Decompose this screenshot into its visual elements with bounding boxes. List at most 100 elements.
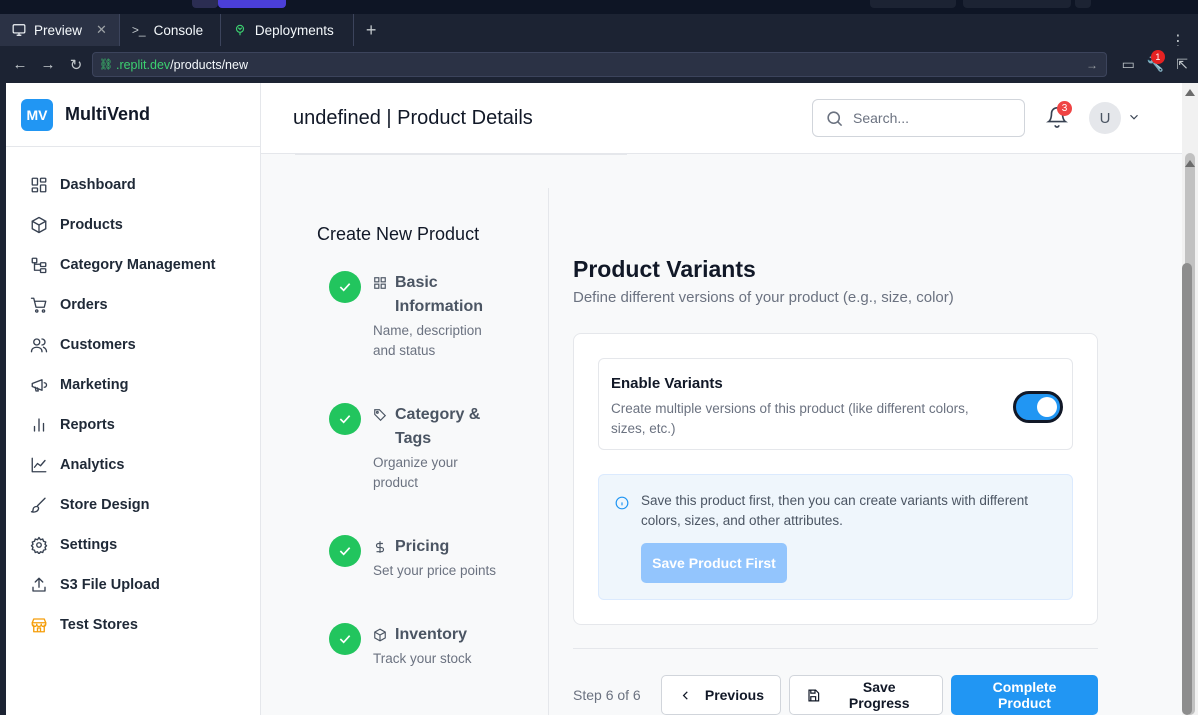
check-icon: [329, 271, 361, 303]
brand[interactable]: MV MultiVend: [6, 83, 260, 147]
chevron-down-icon: [1130, 114, 1138, 120]
users-icon: [30, 338, 48, 353]
scrollbar[interactable]: [1182, 83, 1198, 715]
enable-variants-row: Enable Variants Create multiple versions…: [598, 358, 1073, 450]
strip-pill: [1075, 0, 1091, 8]
grid-icon: [374, 277, 386, 289]
brand-name: MultiVend: [65, 104, 150, 124]
enable-variants-title: Enable Variants: [611, 375, 723, 392]
section-heading: Product Variants: [573, 256, 756, 282]
tab-label: Preview: [34, 22, 83, 38]
url-input[interactable]: ⛓ .replit.dev /products/new →: [92, 52, 1107, 77]
step-description: Name, description and status: [373, 323, 482, 358]
add-tab-icon[interactable]: +: [354, 20, 389, 41]
sidebar-item-settings[interactable]: Settings: [6, 525, 260, 565]
check-icon: [329, 623, 361, 655]
back-arrow-icon[interactable]: ←: [6, 56, 34, 73]
save-icon: [808, 688, 820, 702]
step-description: Track your stock: [373, 651, 472, 666]
step-title: Inventory: [395, 626, 468, 643]
sidebar-item-label: Analytics: [60, 457, 125, 473]
tab-console[interactable]: >_ Console: [120, 14, 220, 46]
preview-tools: ▭ 🔧 1 ⇱: [1122, 50, 1188, 73]
sidebar-item-label: Settings: [60, 537, 118, 553]
logo: MV: [21, 98, 53, 131]
dashboard-icon: [31, 177, 47, 193]
search-input[interactable]: [853, 110, 1013, 126]
sidebar-nav: Dashboard Products Category Management O…: [6, 147, 260, 645]
go-arrow-icon[interactable]: →: [1086, 58, 1098, 72]
scroll-up-arrow-icon[interactable]: [1185, 89, 1195, 96]
wizard-step-pricing[interactable]: Pricing Set your price points: [317, 535, 547, 623]
sidebar-item-test-stores[interactable]: Test Stores: [6, 605, 260, 645]
package-icon: [374, 628, 386, 642]
sidebar-item-label: Customers: [60, 337, 136, 353]
app-viewport: MV MultiVend Dashboard Products Category…: [6, 83, 1198, 715]
devtools-icon[interactable]: 🔧 1: [1147, 50, 1165, 73]
avatar[interactable]: U: [1089, 102, 1121, 134]
save-progress-button[interactable]: Save Progress: [789, 675, 943, 715]
sidebar-item-customers[interactable]: Customers: [6, 325, 260, 365]
strip-pill: [870, 0, 956, 8]
step-description: Set your price points: [373, 563, 497, 578]
variants-card: Enable Variants Create multiple versions…: [573, 333, 1098, 625]
url-domain: .replit.dev: [115, 57, 171, 72]
notifications-button[interactable]: 3: [1046, 101, 1072, 133]
divider: [295, 154, 627, 155]
sidebar-item-category-management[interactable]: Category Management: [6, 245, 260, 285]
check-icon: [329, 403, 361, 435]
sidebar-item-store-design[interactable]: Store Design: [6, 485, 260, 525]
cart-icon: [30, 297, 47, 313]
wizard-step-category-tags[interactable]: Category & Tags Organize your product: [317, 403, 547, 535]
scrollbar-thumb[interactable]: [1182, 263, 1192, 715]
sidebar-item-s3-file-upload[interactable]: S3 File Upload: [6, 565, 260, 605]
chevron-left-icon: [682, 690, 688, 700]
url-bar-row: ← → ↻ ⛓ .replit.dev /products/new → ▭ 🔧 1…: [0, 46, 1198, 83]
tab-preview[interactable]: Preview ✕: [0, 14, 119, 46]
notification-badge: 3: [1057, 101, 1072, 116]
forward-arrow-icon[interactable]: →: [34, 56, 62, 73]
main-content: Create New Product Basic Information Nam…: [261, 154, 1182, 715]
sidebar-item-dashboard[interactable]: Dashboard: [6, 165, 260, 205]
sidebar-item-products[interactable]: Products: [6, 205, 260, 245]
sidebar-item-marketing[interactable]: Marketing: [6, 365, 260, 405]
line-chart-icon: [31, 457, 47, 473]
search-box[interactable]: [812, 99, 1025, 137]
sidebar-item-label: Orders: [60, 297, 108, 313]
box-icon: [31, 216, 47, 234]
sidebar-item-analytics[interactable]: Analytics: [6, 445, 260, 485]
sidebar-item-label: Reports: [60, 417, 115, 433]
bar-chart-icon: [33, 418, 45, 432]
device-icon[interactable]: ▭: [1122, 56, 1135, 73]
step-title: Category & Tags: [395, 406, 481, 447]
check-icon: [329, 535, 361, 567]
tag-icon: [374, 409, 387, 422]
complete-product-button[interactable]: Complete Product: [951, 675, 1098, 715]
wizard-step-inventory[interactable]: Inventory Track your stock: [317, 623, 547, 683]
brush-icon: [30, 497, 46, 513]
save-progress-label: Save Progress: [848, 679, 910, 711]
close-tab-icon[interactable]: ✕: [96, 22, 107, 38]
wizard-step-basic-information[interactable]: Basic Information Name, description and …: [317, 271, 547, 403]
sidebar-item-reports[interactable]: Reports: [6, 405, 260, 445]
deploy-icon: [235, 24, 245, 36]
strip-pill-active: [218, 0, 286, 8]
scroll-up-arrow-icon[interactable]: [1185, 160, 1195, 167]
sidebar-item-orders[interactable]: Orders: [6, 285, 260, 325]
store-icon: [31, 618, 47, 633]
enable-variants-toggle[interactable]: [1013, 391, 1063, 423]
strip-pill: [963, 0, 1071, 8]
strip-pill: [192, 0, 218, 8]
previous-button[interactable]: Previous: [661, 675, 781, 715]
megaphone-icon: [31, 379, 48, 392]
save-product-first-button[interactable]: Save Product First: [641, 543, 787, 583]
sidebar-item-label: Test Stores: [60, 617, 138, 633]
user-menu-chevron[interactable]: [1127, 110, 1141, 129]
wizard-footer: Step 6 of 6 Previous Save Progress Compl…: [573, 648, 1098, 715]
tab-deployments[interactable]: Deployments: [221, 14, 353, 46]
variants-panel: Product Variants Define different versio…: [573, 256, 1098, 625]
tab-label: Console: [153, 22, 204, 38]
reload-icon[interactable]: ↻: [62, 56, 90, 74]
external-link-icon[interactable]: ⇱: [1176, 56, 1188, 73]
upload-icon: [32, 577, 46, 592]
